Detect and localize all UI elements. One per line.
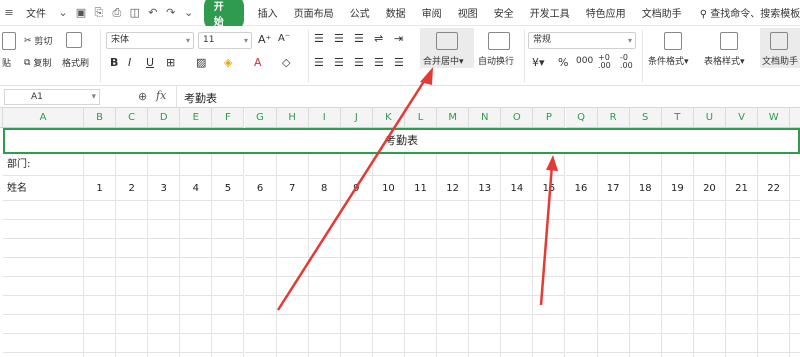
arrow-head-icon [546,155,558,171]
arrow-head-icon [420,67,433,85]
arrow-to-merge-button [276,74,430,311]
annotation-arrows [276,67,558,311]
arrow-to-merged-cell [539,164,554,306]
